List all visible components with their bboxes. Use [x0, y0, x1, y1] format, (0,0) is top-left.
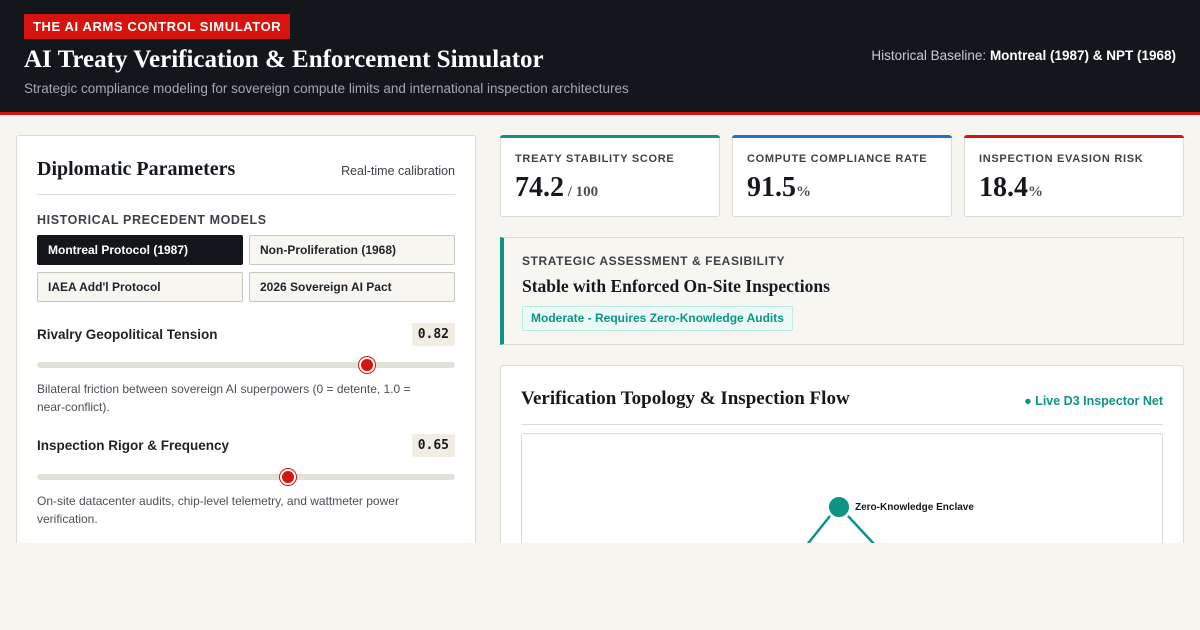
node-label: Zero-Knowledge Enclave: [855, 502, 974, 513]
tension-slider-thumb[interactable]: [359, 357, 376, 373]
metric-value: 91.5: [747, 172, 796, 203]
topology-title: Verification Topology & Inspection Flow: [521, 388, 850, 409]
metric-value: 74.2: [515, 172, 564, 203]
metric-card-compliance: COMPUTE COMPLIANCE RATE 91.5%: [732, 135, 952, 217]
tension-slider[interactable]: [37, 357, 455, 373]
app-header: THE AI ARMS CONTROL SIMULATOR AI Treaty …: [0, 0, 1200, 115]
metric-label: COMPUTE COMPLIANCE RATE: [747, 153, 928, 165]
live-status-indicator: ● Live D3 Inspector Net: [1024, 394, 1163, 408]
assessment-badge: Moderate - Requires Zero-Knowledge Audit…: [522, 306, 793, 331]
panel-title: Diplomatic Parameters: [37, 158, 236, 180]
divider: [521, 424, 1163, 425]
rigor-description: On-site datacenter audits, chip-level te…: [37, 494, 399, 526]
metric-value-row: 91.5%: [747, 172, 811, 204]
metric-value-row: 18.4%: [979, 172, 1043, 204]
metric-value: 18.4: [979, 172, 1028, 203]
historical-baseline: Historical Baseline: Montreal (1987) & N…: [871, 48, 1176, 63]
metric-unit: %: [1028, 184, 1043, 200]
tension-label: Rivalry Geopolitical Tension: [37, 327, 218, 342]
metric-label: INSPECTION EVASION RISK: [979, 153, 1144, 165]
baseline-label: Historical Baseline:: [871, 48, 987, 63]
preset-sovereign-ai-pact-button[interactable]: 2026 Sovereign AI Pact: [249, 272, 455, 302]
graph-edge: [805, 515, 831, 547]
divider: [37, 194, 455, 195]
tension-description: Bilateral friction between sovereign AI …: [37, 382, 411, 414]
graph-edge: [847, 515, 875, 545]
tension-value: 0.82: [411, 323, 455, 346]
page-title: AI Treaty Verification & Enforcement Sim…: [24, 46, 544, 73]
metric-value-row: 74.2 / 100: [515, 172, 598, 204]
metric-accent-bar: [500, 135, 720, 138]
precedent-section-label: HISTORICAL PRECEDENT MODELS: [37, 213, 267, 227]
metric-accent-bar: [964, 135, 1184, 138]
verification-topology-panel: Verification Topology & Inspection Flow …: [500, 365, 1184, 573]
metric-label: TREATY STABILITY SCORE: [515, 153, 675, 165]
metric-accent-bar: [732, 135, 952, 138]
preset-iaea-button[interactable]: IAEA Add'l Protocol: [37, 272, 243, 302]
assessment-title: Stable with Enforced On-Site Inspections: [522, 276, 830, 296]
metric-card-stability: TREATY STABILITY SCORE 74.2 / 100: [500, 135, 720, 217]
metric-unit: %: [796, 184, 811, 200]
page-subtitle: Strategic compliance modeling for sovere…: [24, 81, 629, 96]
preset-montreal-button[interactable]: Montreal Protocol (1987): [37, 235, 243, 265]
preset-non-proliferation-button[interactable]: Non-Proliferation (1968): [249, 235, 455, 265]
metric-card-evasion: INSPECTION EVASION RISK 18.4%: [964, 135, 1184, 217]
rigor-slider-thumb[interactable]: [279, 469, 296, 485]
baseline-value: Montreal (1987) & NPT (1968): [989, 48, 1176, 63]
rigor-label: Inspection Rigor & Frequency: [37, 438, 230, 453]
zk-enclave-node[interactable]: [827, 495, 851, 519]
rigor-value: 0.65: [411, 434, 455, 457]
page-bottom-area: [0, 543, 1200, 630]
strategic-assessment: STRATEGIC ASSESSMENT & FEASIBILITY Stabl…: [500, 237, 1184, 345]
diplomatic-parameters-panel: Diplomatic Parameters Real-time calibrat…: [16, 135, 476, 565]
rigor-slider[interactable]: [37, 469, 455, 485]
app-tag: THE AI ARMS CONTROL SIMULATOR: [24, 14, 291, 39]
metric-unit: / 100: [564, 184, 599, 200]
assessment-label: STRATEGIC ASSESSMENT & FEASIBILITY: [522, 254, 786, 268]
panel-note: Real-time calibration: [341, 164, 455, 178]
